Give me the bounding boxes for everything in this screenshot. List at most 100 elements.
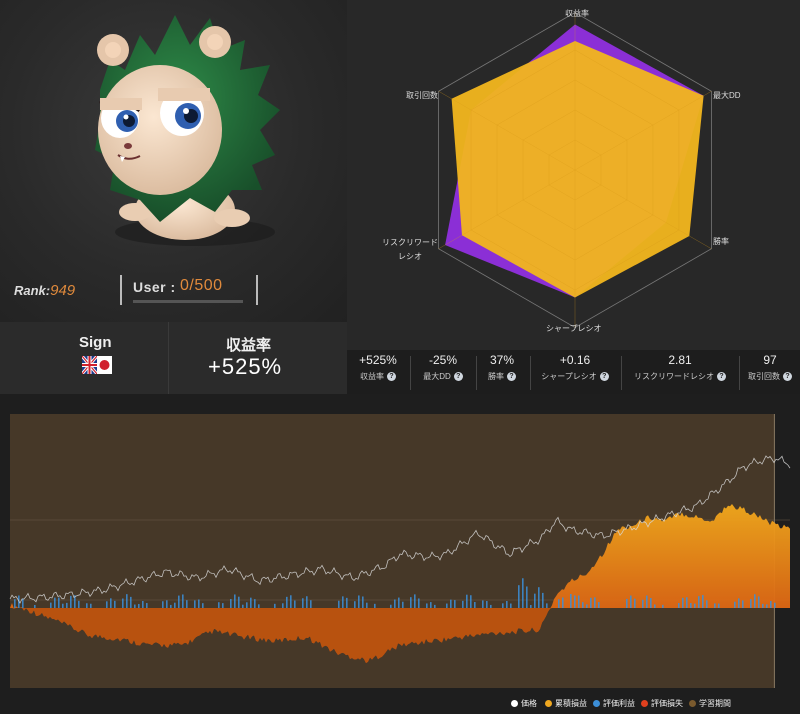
unrealized-gain-bar xyxy=(694,603,696,608)
divider xyxy=(476,356,477,390)
help-icon[interactable]: ? xyxy=(453,372,463,382)
unrealized-gain-bar xyxy=(50,602,52,608)
unrealized-gain-bar xyxy=(426,603,428,608)
unrealized-gain-bar xyxy=(686,597,688,608)
stat-sharpe-label: シャープレシオ xyxy=(541,372,597,381)
unrealized-gain-bar xyxy=(246,602,248,608)
unrealized-gain-bar xyxy=(410,597,412,608)
unrealized-gain-bar xyxy=(122,598,124,608)
unrealized-gain-bar xyxy=(90,603,92,608)
legend-label: 累積損益 xyxy=(555,699,587,708)
unrealized-gain-bar xyxy=(254,599,256,608)
stat-win-rate-value: 37% xyxy=(489,353,515,367)
stat-return-label: 収益率 xyxy=(360,372,384,381)
unrealized-gain-bar xyxy=(486,601,488,608)
unrealized-gain-bar xyxy=(770,601,772,608)
unrealized-gain-bar xyxy=(358,595,360,608)
unrealized-gain-bar xyxy=(310,600,312,608)
unrealized-gain-bar xyxy=(138,603,140,608)
unrealized-gain-bar xyxy=(402,601,404,608)
gbp-jpy-flag-icon xyxy=(82,356,112,374)
stat-win-rate: 37% 勝率? xyxy=(478,352,526,382)
unrealized-gain-bar xyxy=(282,603,284,608)
stat-sharpe-value: +0.16 xyxy=(559,353,591,367)
unrealized-gain-bar xyxy=(14,599,16,608)
unrealized-gain-bar xyxy=(66,602,68,608)
legend-label: 学習期間 xyxy=(699,699,731,708)
legend-label: 評価利益 xyxy=(603,699,635,708)
return-label: 収益率 xyxy=(226,337,272,354)
unrealized-gain-bar xyxy=(354,601,356,608)
unrealized-gain-bar xyxy=(78,600,80,608)
radar-label-risk-reward-line2: レシオ xyxy=(398,252,422,261)
unrealized-gain-bar xyxy=(766,604,768,608)
unrealized-gain-bar xyxy=(754,594,756,608)
unrealized-gain-bar xyxy=(462,600,464,608)
help-icon[interactable]: ? xyxy=(507,372,516,382)
performance-chart-panel xyxy=(0,394,800,714)
help-icon[interactable]: ? xyxy=(599,372,609,382)
unrealized-gain-bar xyxy=(186,600,188,608)
unrealized-gain-bar xyxy=(586,604,588,608)
lion-mascot-icon xyxy=(95,15,280,246)
unrealized-gain-bar xyxy=(274,603,276,608)
unrealized-gain-bar xyxy=(86,603,88,608)
unrealized-gain-bar xyxy=(110,598,112,608)
unrealized-gain-bar xyxy=(374,603,376,608)
unrealized-gain-bar xyxy=(518,585,520,608)
unrealized-gain-bar xyxy=(502,603,504,608)
unrealized-gain-bar xyxy=(126,594,128,608)
unrealized-gain-bar xyxy=(522,578,524,608)
help-icon[interactable]: ? xyxy=(387,372,396,382)
unrealized-gain-bar xyxy=(538,587,540,608)
user-count: 0/500 xyxy=(180,277,223,294)
unrealized-gain-bar xyxy=(690,603,692,608)
help-icon[interactable]: ? xyxy=(717,372,726,382)
stat-trades-label: 取引回数 xyxy=(748,372,780,381)
stat-sharpe: +0.16 シャープレシオ? xyxy=(534,352,616,382)
rank-display: Rank:949 xyxy=(14,282,75,299)
unrealized-gain-bar xyxy=(738,598,740,608)
sign-label: Sign xyxy=(79,334,112,351)
unrealized-gain-bar xyxy=(366,602,368,608)
unrealized-gain-bar xyxy=(506,600,508,608)
unrealized-gain-bar xyxy=(466,594,468,608)
unrealized-gain-bar xyxy=(218,602,220,608)
rank-label: Rank: xyxy=(14,283,51,298)
unrealized-gain-bar xyxy=(530,604,532,608)
radar-label-sharpe: シャープレシオ xyxy=(546,324,602,333)
legend-item-cumulative: 累積損益 xyxy=(545,698,587,709)
legend-item-unrealized-gain: 評価利益 xyxy=(593,698,635,709)
unrealized-gain-bar xyxy=(774,602,776,608)
unrealized-gain-bar xyxy=(198,599,200,608)
unrealized-gain-bar xyxy=(414,594,416,608)
unrealized-gain-bar xyxy=(430,602,432,608)
unrealized-gain-bar xyxy=(574,595,576,608)
unrealized-gain-bar xyxy=(562,597,564,608)
stat-win-rate-label: 勝率 xyxy=(488,372,504,381)
divider xyxy=(621,356,622,390)
radar-label-max-dd: 最大DD xyxy=(713,91,741,100)
unrealized-gain-bar xyxy=(634,598,636,608)
legend-label: 評価損失 xyxy=(651,699,683,708)
sign-panel xyxy=(0,322,347,394)
unrealized-gain-bar xyxy=(194,600,196,608)
performance-chart xyxy=(9,414,791,688)
radar-label-trades: 取引回数 xyxy=(406,91,438,100)
help-icon[interactable]: ? xyxy=(783,372,792,382)
unrealized-gain-bar xyxy=(338,600,340,608)
unrealized-gain-bar xyxy=(578,595,580,608)
unrealized-gain-bar xyxy=(134,604,136,608)
unrealized-gain-bar xyxy=(398,597,400,608)
unrealized-gain-bar xyxy=(114,600,116,608)
unrealized-gain-bar xyxy=(718,603,720,608)
unrealized-gain-bar xyxy=(418,598,420,608)
unrealized-gain-bar xyxy=(58,597,60,608)
unrealized-gain-bar xyxy=(294,600,296,608)
legend-dot xyxy=(511,700,518,708)
unrealized-gain-bar xyxy=(762,603,764,608)
stat-risk-reward-value: 2.81 xyxy=(668,353,692,367)
unrealized-gain-bar xyxy=(182,594,184,608)
unrealized-gain-bar xyxy=(394,599,396,608)
unrealized-gain-bar xyxy=(54,597,56,608)
